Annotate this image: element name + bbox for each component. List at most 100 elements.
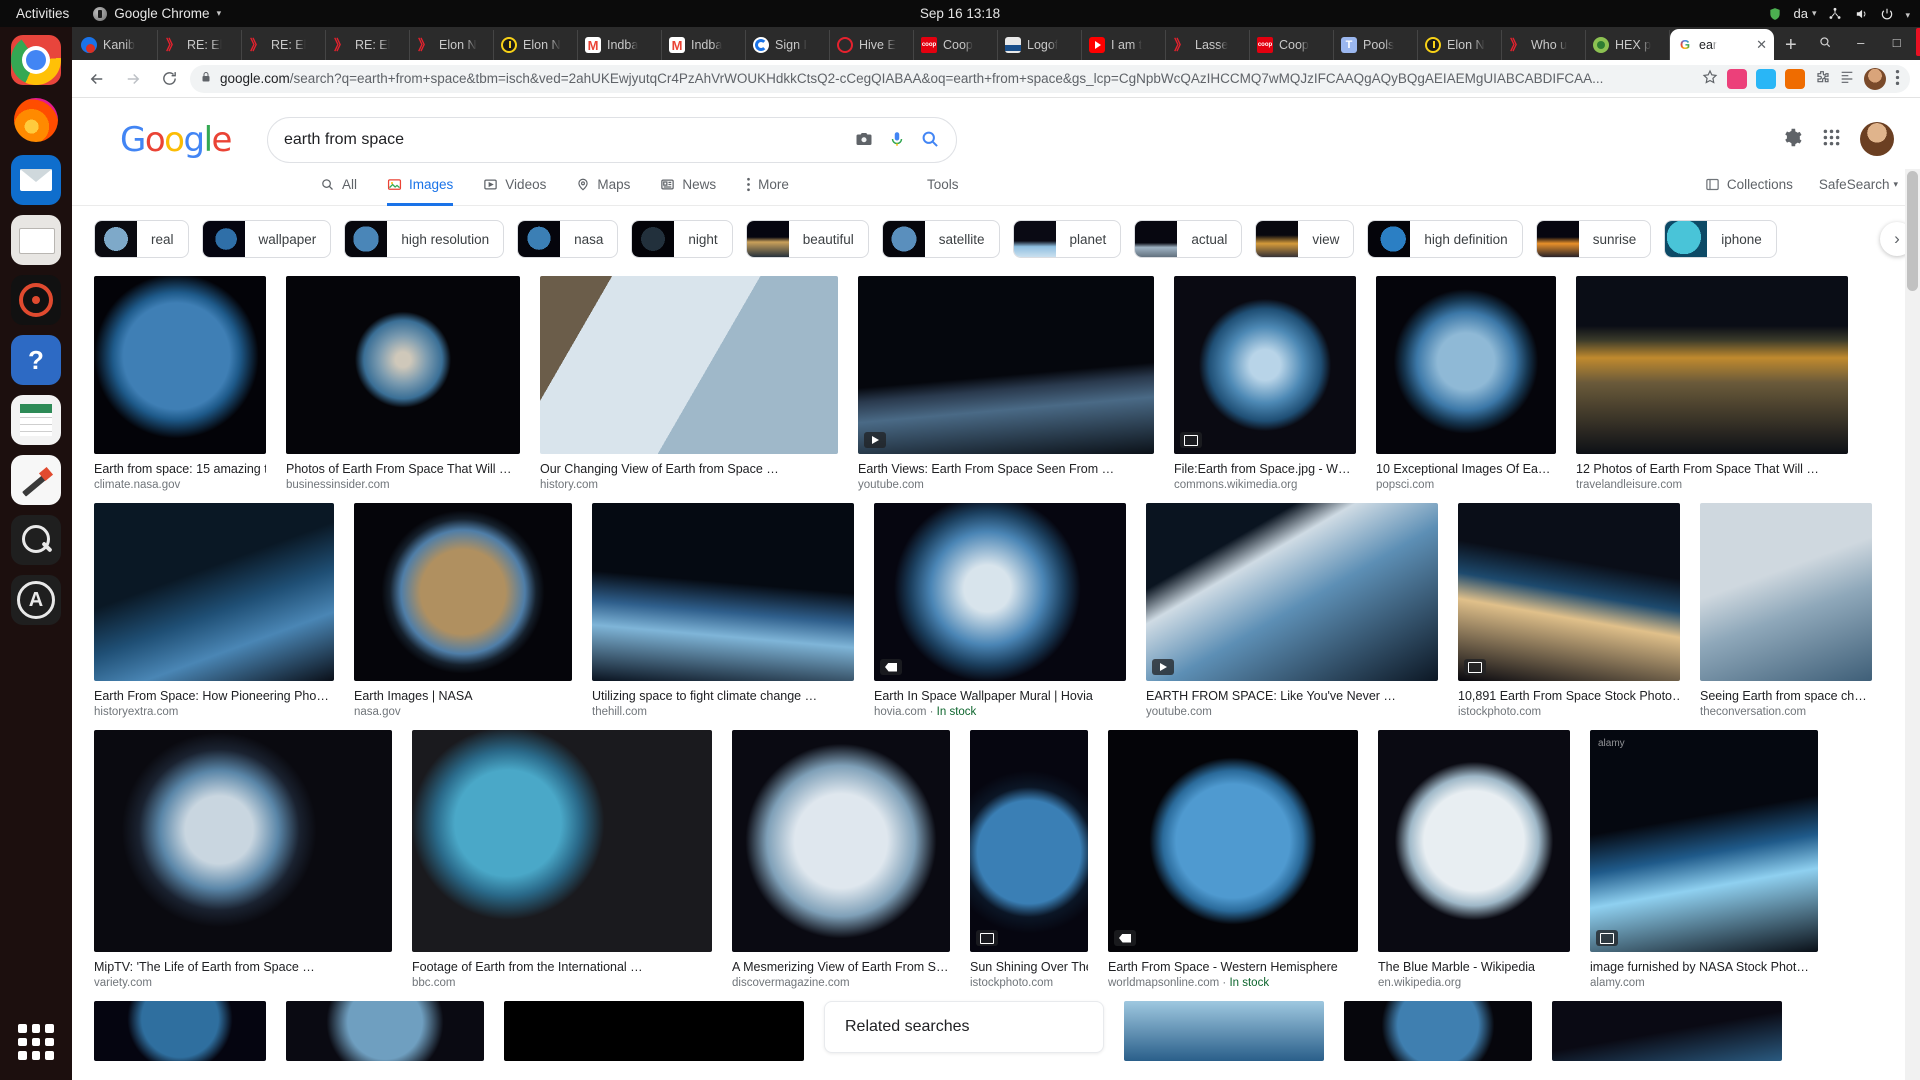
chip-actual[interactable]: actual <box>1134 220 1243 258</box>
result-thumbnail[interactable] <box>540 276 838 454</box>
avatar[interactable] <box>1864 67 1886 90</box>
gear-icon[interactable] <box>1782 127 1803 151</box>
language-indicator[interactable]: da ▾ <box>1793 6 1816 21</box>
extension-icon-2[interactable] <box>1756 68 1776 89</box>
tab-13[interactable]: Lasse <box>1166 30 1250 60</box>
result-item[interactable]: A Mesmerizing View of Earth From S… disc… <box>732 730 950 989</box>
result-thumbnail[interactable] <box>1174 276 1356 454</box>
result-item[interactable]: Our Changing View of Earth from Space … … <box>540 276 838 491</box>
result-item[interactable] <box>94 1001 266 1061</box>
dock-item-thunderbird-mail[interactable] <box>11 155 61 205</box>
tab-images[interactable]: Images <box>387 162 453 206</box>
result-thumbnail[interactable] <box>592 503 854 681</box>
close-window-button[interactable]: ✕ <box>1915 28 1920 56</box>
dock-item-files[interactable] <box>11 215 61 265</box>
tab-11[interactable]: Logof <box>998 30 1082 60</box>
dock-item-help[interactable] <box>11 335 61 385</box>
tab-8[interactable]: Sign I <box>746 30 830 60</box>
result-thumbnail[interactable] <box>732 730 950 952</box>
tab-10[interactable]: Coop <box>914 30 998 60</box>
result-item[interactable]: Earth From Space - Western Hemisphere wo… <box>1108 730 1358 989</box>
tab-all[interactable]: All <box>320 162 357 206</box>
result-item[interactable]: 12 Photos of Earth From Space That Will … <box>1576 276 1848 491</box>
result-item[interactable]: Earth Views: Earth From Space Seen From … <box>858 276 1154 491</box>
tab-7[interactable]: Indba <box>662 30 746 60</box>
chip-nasa[interactable]: nasa <box>517 220 619 258</box>
result-thumbnail[interactable] <box>94 276 266 454</box>
result-thumbnail[interactable] <box>94 1001 266 1061</box>
tab-0[interactable]: Kanib <box>74 30 158 60</box>
result-thumbnail[interactable] <box>970 730 1088 952</box>
result-thumbnail[interactable] <box>1552 1001 1782 1061</box>
minimize-button[interactable]: – <box>1844 28 1878 56</box>
scrollbar-thumb[interactable] <box>1907 171 1918 291</box>
result-item[interactable]: Seeing Earth from space ch… theconversat… <box>1700 503 1872 718</box>
address-bar[interactable]: google.com/search?q=earth+from+space&tbm… <box>190 64 1910 93</box>
result-thumbnail[interactable] <box>874 503 1126 681</box>
tab-15[interactable]: Pools <box>1334 30 1418 60</box>
result-thumbnail[interactable] <box>1378 730 1570 952</box>
chip-beautiful[interactable]: beautiful <box>745 220 869 258</box>
current-app-menu[interactable]: Google Chrome ▾ <box>93 6 221 21</box>
result-item[interactable]: Earth In Space Wallpaper Mural | Hovia h… <box>874 503 1126 718</box>
tab-14[interactable]: Coop <box>1250 30 1334 60</box>
result-item[interactable]: EARTH FROM SPACE: Like You've Never … yo… <box>1146 503 1438 718</box>
shield-icon[interactable] <box>1768 7 1782 21</box>
dock-item-libreoffice-calc[interactable] <box>11 395 61 445</box>
result-thumbnail[interactable] <box>1576 276 1848 454</box>
search-icon[interactable] <box>920 129 940 152</box>
result-thumbnail[interactable] <box>1458 503 1680 681</box>
chip-satellite[interactable]: satellite <box>881 220 1000 258</box>
result-item[interactable] <box>1344 1001 1532 1061</box>
new-tab-button[interactable]: + <box>1774 34 1808 60</box>
result-thumbnail[interactable] <box>354 503 572 681</box>
chip-high-resolution[interactable]: high resolution <box>344 220 505 258</box>
result-item[interactable]: Utilizing space to fight climate change … <box>592 503 854 718</box>
chip-wallpaper[interactable]: wallpaper <box>201 220 332 258</box>
result-thumbnail[interactable] <box>1700 503 1872 681</box>
result-item[interactable]: 10 Exceptional Images Of Ea… popsci.com <box>1376 276 1556 491</box>
chip-real[interactable]: real <box>94 220 189 258</box>
apps-grid-icon[interactable] <box>1821 127 1842 151</box>
chip-night[interactable]: night <box>631 220 733 258</box>
result-thumbnail[interactable] <box>1146 503 1438 681</box>
tab-search-icon[interactable] <box>1808 28 1842 56</box>
microphone-icon[interactable] <box>888 129 906 152</box>
result-item[interactable]: Earth From Space: How Pioneering Pho… hi… <box>94 503 334 718</box>
result-thumbnail[interactable] <box>286 1001 484 1061</box>
chip-high-definition[interactable]: high definition <box>1367 220 1523 258</box>
activities-button[interactable]: Activities <box>0 6 83 21</box>
tab-videos[interactable]: Videos <box>483 162 546 206</box>
result-item[interactable] <box>286 1001 484 1061</box>
chip-iphone[interactable]: iphone <box>1664 220 1777 258</box>
tab-4[interactable]: Elon N <box>410 30 494 60</box>
show-applications-button[interactable] <box>14 1020 58 1064</box>
result-item[interactable] <box>1552 1001 1782 1061</box>
result-thumbnail[interactable] <box>1108 730 1358 952</box>
result-item[interactable]: MipTV: 'The Life of Earth from Space … v… <box>94 730 392 989</box>
power-icon[interactable] <box>1880 7 1894 21</box>
result-item[interactable] <box>1124 1001 1324 1061</box>
chip-planet[interactable]: planet <box>1012 220 1122 258</box>
tab-2[interactable]: RE: El <box>242 30 326 60</box>
result-thumbnail[interactable] <box>504 1001 804 1061</box>
tab-more[interactable]: More <box>746 162 789 206</box>
volume-icon[interactable] <box>1854 7 1869 21</box>
chip-sunrise[interactable]: sunrise <box>1535 220 1652 258</box>
network-icon[interactable] <box>1827 7 1843 21</box>
extension-icon-1[interactable] <box>1727 68 1747 89</box>
result-thumbnail[interactable] <box>1376 276 1556 454</box>
dock-item-libreoffice-draw[interactable] <box>11 455 61 505</box>
result-item[interactable]: alamy image furnished by NASA Stock Phot… <box>1590 730 1818 989</box>
maximize-button[interactable]: □ <box>1880 28 1914 56</box>
star-icon[interactable] <box>1702 69 1718 88</box>
dock-item-google-chrome[interactable] <box>11 35 61 85</box>
clock[interactable]: Sep 16 13:18 <box>920 6 1000 21</box>
extension-icon-3[interactable] <box>1785 68 1805 89</box>
tab-17[interactable]: Who u <box>1502 30 1586 60</box>
reading-list-icon[interactable] <box>1839 69 1855 88</box>
google-logo[interactable]: Google <box>120 120 232 160</box>
tab-12[interactable]: I am t <box>1082 30 1166 60</box>
result-thumbnail[interactable] <box>412 730 712 952</box>
camera-icon[interactable] <box>854 130 874 151</box>
